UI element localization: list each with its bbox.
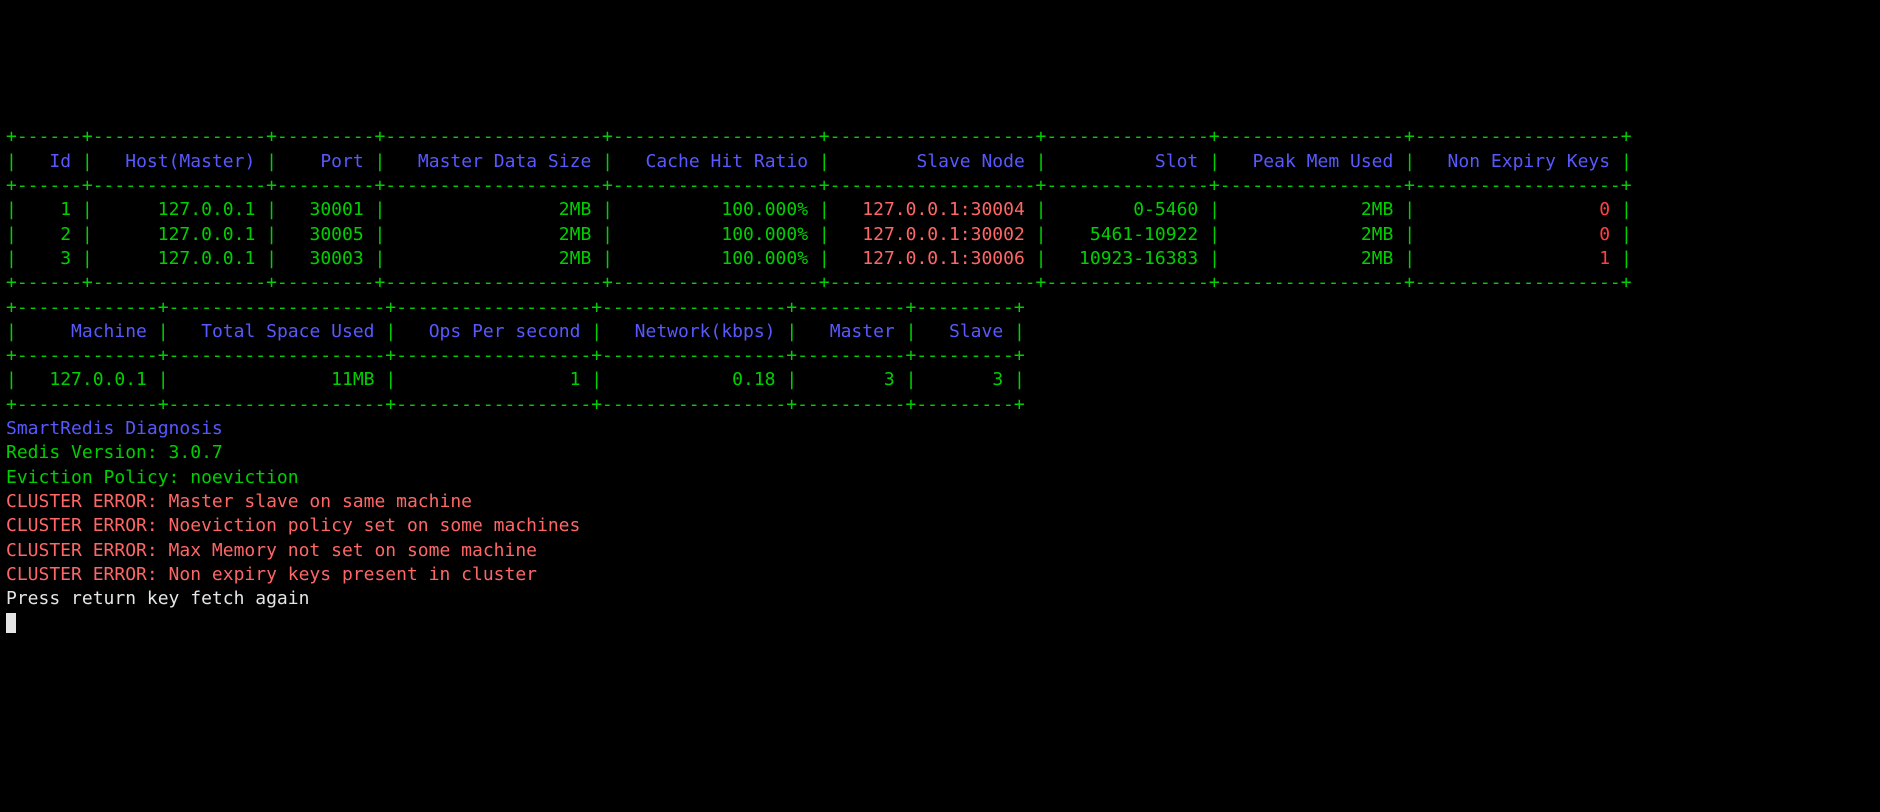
table1-id: 2 [28, 224, 71, 245]
diagnosis-line: CLUSTER ERROR: Noeviction policy set on … [6, 515, 580, 536]
table1-slave-node: 127.0.0.1:30002 [841, 224, 1025, 245]
table2-sep-top: +-------------+--------------------+----… [6, 296, 1874, 320]
table1-master-data-size: 2MB [396, 199, 591, 220]
table1-sep-top: +------+----------------+---------+-----… [6, 125, 1874, 149]
table1-master-data-size: 2MB [396, 224, 591, 245]
table1-row: | 1 | 127.0.0.1 | 30001 | 2MB | 100.000%… [6, 198, 1874, 222]
table1-non-expiry-keys: 0 [1426, 224, 1610, 245]
input-line[interactable] [6, 611, 1874, 635]
table1-slave-node: 127.0.0.1:30004 [841, 199, 1025, 220]
prompt-line: Press return key fetch again [6, 587, 1874, 611]
table1-peak-mem-used: 2MB [1231, 199, 1394, 220]
table2-sep-bottom: +-------------+--------------------+----… [6, 394, 1025, 415]
table1-slot: 10923-16383 [1057, 248, 1198, 269]
table2-total-space-used: 11MB [179, 369, 374, 390]
table1-peak-mem-used: 2MB [1231, 248, 1394, 269]
prompt-text: Press return key fetch again [6, 588, 309, 609]
table1-header-col-3: Master Data Size [396, 151, 591, 172]
table1-id: 3 [28, 248, 71, 269]
table2-sep-bottom: +-------------+--------------------+----… [6, 393, 1874, 417]
diagnosis-title-line: SmartRedis Diagnosis [6, 417, 1874, 441]
table2-sep-top: +-------------+--------------------+----… [6, 297, 1025, 318]
table1-port: 30003 [288, 248, 364, 269]
table1-header: | Id | Host(Master) | Port | Master Data… [6, 150, 1874, 174]
diagnosis-line: Eviction Policy: noeviction [6, 467, 299, 488]
terminal-screen[interactable]: +------+----------------+---------+-----… [0, 121, 1880, 639]
diagnosis-line: CLUSTER ERROR: Non expiry keys present i… [6, 564, 537, 585]
table1-slot: 5461-10922 [1057, 224, 1198, 245]
diagnosis-line: CLUSTER ERROR: Max Memory not set on som… [6, 540, 537, 561]
table2-header-col-3: Network(kbps) [613, 321, 776, 342]
table2-network-kbps: 0.18 [613, 369, 776, 390]
table1-slot: 0-5460 [1057, 199, 1198, 220]
diagnosis-line: Redis Version: 3.0.7 [6, 441, 1874, 465]
cursor-icon [6, 613, 16, 633]
table1-non-expiry-keys: 1 [1426, 248, 1610, 269]
table2-row: | 127.0.0.1 | 11MB | 1 | 0.18 | 3 | 3 | [6, 368, 1874, 392]
diagnosis-line: CLUSTER ERROR: Master slave on same mach… [6, 490, 1874, 514]
table2-ops-per-second: 1 [407, 369, 580, 390]
table2-sep-mid: +-------------+--------------------+----… [6, 344, 1874, 368]
table2-header-col-5: Slave [927, 321, 1003, 342]
table1-master-data-size: 2MB [396, 248, 591, 269]
table1-sep-top: +------+----------------+---------+-----… [6, 126, 1632, 147]
diagnosis-line: CLUSTER ERROR: Noeviction policy set on … [6, 514, 1874, 538]
table1-host-master: 127.0.0.1 [104, 199, 256, 220]
table1-header-col-8: Non Expiry Keys [1426, 151, 1610, 172]
diagnosis-line: CLUSTER ERROR: Master slave on same mach… [6, 491, 472, 512]
table1-header-col-5: Slave Node [841, 151, 1025, 172]
diagnosis-line: Eviction Policy: noeviction [6, 466, 1874, 490]
table1-cache-hit-ratio: 100.000% [624, 224, 808, 245]
table1-header-col-0: Id [28, 151, 71, 172]
table1-peak-mem-used: 2MB [1231, 224, 1394, 245]
table1-sep-mid: +------+----------------+---------+-----… [6, 175, 1632, 196]
table1-host-master: 127.0.0.1 [104, 248, 256, 269]
table2-machine: 127.0.0.1 [28, 369, 147, 390]
table1-port: 30005 [288, 224, 364, 245]
table1-header-col-4: Cache Hit Ratio [624, 151, 808, 172]
table1-sep-mid: +------+----------------+---------+-----… [6, 174, 1874, 198]
table2-header-col-2: Ops Per second [407, 321, 580, 342]
table1-host-master: 127.0.0.1 [104, 224, 256, 245]
table2-header: | Machine | Total Space Used | Ops Per s… [6, 320, 1874, 344]
table1-sep-bottom: +------+----------------+---------+-----… [6, 271, 1874, 295]
table2-master-count: 3 [808, 369, 895, 390]
table1-sep-bottom: +------+----------------+---------+-----… [6, 272, 1632, 293]
table2-header-col-4: Master [808, 321, 895, 342]
table1-non-expiry-keys: 0 [1426, 199, 1610, 220]
table2-header-col-1: Total Space Used [179, 321, 374, 342]
table1-header-col-6: Slot [1057, 151, 1198, 172]
table1-port: 30001 [288, 199, 364, 220]
table1-row: | 3 | 127.0.0.1 | 30003 | 2MB | 100.000%… [6, 247, 1874, 271]
table1-header-col-2: Port [288, 151, 364, 172]
table2-header-col-0: Machine [28, 321, 147, 342]
diagnosis-line: Redis Version: 3.0.7 [6, 442, 223, 463]
diagnosis-line: CLUSTER ERROR: Max Memory not set on som… [6, 539, 1874, 563]
table2-sep-mid: +-------------+--------------------+----… [6, 345, 1025, 366]
diagnosis-title: SmartRedis Diagnosis [6, 418, 223, 439]
table1-id: 1 [28, 199, 71, 220]
table1-slave-node: 127.0.0.1:30006 [841, 248, 1025, 269]
table1-row: | 2 | 127.0.0.1 | 30005 | 2MB | 100.000%… [6, 223, 1874, 247]
table1-header-col-7: Peak Mem Used [1231, 151, 1394, 172]
table1-cache-hit-ratio: 100.000% [624, 199, 808, 220]
table1-header-col-1: Host(Master) [104, 151, 256, 172]
table1-cache-hit-ratio: 100.000% [624, 248, 808, 269]
table2-slave-count: 3 [927, 369, 1003, 390]
diagnosis-line: CLUSTER ERROR: Non expiry keys present i… [6, 563, 1874, 587]
